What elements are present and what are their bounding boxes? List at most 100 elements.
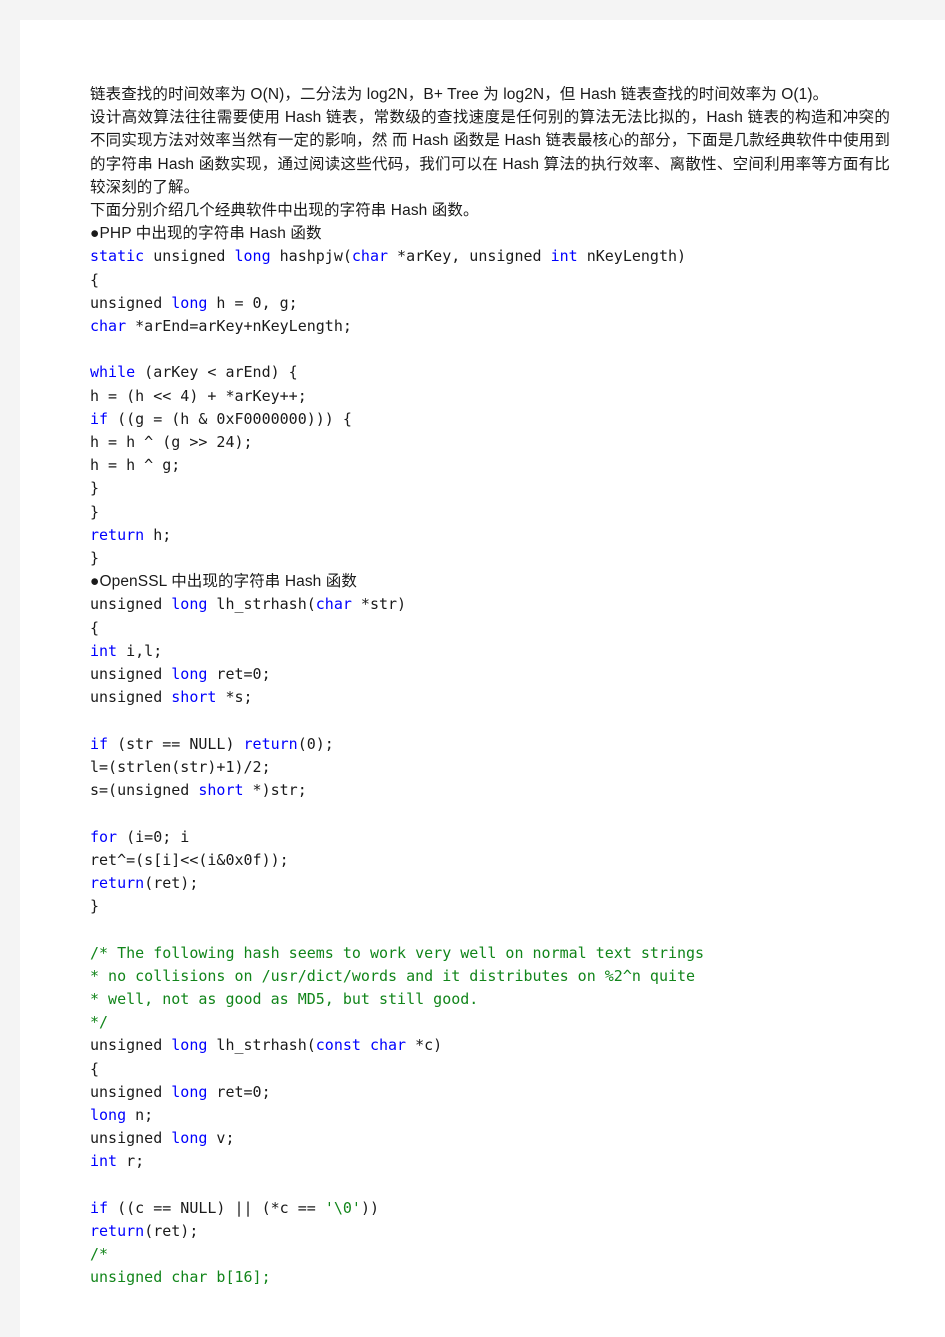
code-comment: /* The following hash seems to work very… xyxy=(90,943,705,962)
code-comment: */ xyxy=(90,1013,109,1032)
code-text: h; xyxy=(144,525,172,544)
code-keyword: long xyxy=(90,1105,127,1124)
code-keyword: long xyxy=(171,595,208,614)
code-text: unsigned xyxy=(144,247,235,266)
code-line: unsigned long ret=0; xyxy=(90,1081,890,1104)
code-line: if (str == NULL) return(0); xyxy=(90,733,890,756)
code-line: ret^=(s[i]<<(i&0x0f)); xyxy=(90,849,890,872)
code-line: */ xyxy=(90,1011,890,1034)
code-keyword: if xyxy=(90,1198,109,1217)
code-line: } xyxy=(90,547,890,570)
section-heading: ●OpenSSL 中出现的字符串 Hash 函数 xyxy=(90,573,358,591)
code-line: return(ret); xyxy=(90,872,890,895)
code-string: '\0' xyxy=(324,1198,361,1217)
code-text: hashpjw( xyxy=(270,247,352,266)
code-line: } xyxy=(90,477,890,500)
paragraph-intro-2: 设计高效算法往往需要使用 Hash 链表，常数级的查找速度是任何别的算法无法比拟… xyxy=(90,109,890,196)
code-line: unsigned long lh_strhash(const char *c) xyxy=(90,1034,890,1057)
code-line: } xyxy=(90,501,890,524)
code-line: int r; xyxy=(90,1150,890,1173)
code-text: lh_strhash( xyxy=(207,595,316,614)
paragraph-intro-1: 链表查找的时间效率为 O(N)，二分法为 log2N，B+ Tree 为 log… xyxy=(90,86,829,103)
code-keyword: return xyxy=(90,873,145,892)
code-keyword: long xyxy=(171,1036,208,1055)
code-text: (arKey < arEnd) { xyxy=(135,363,298,382)
code-block: static unsigned long hashpjw(char *arKey… xyxy=(90,245,890,570)
code-line: return(ret); xyxy=(90,1220,890,1243)
code-comment: * well, not as good as MD5, but still go… xyxy=(90,989,479,1008)
code-text: *)str; xyxy=(243,781,307,800)
code-text: ((c == NULL) || (*c == xyxy=(108,1198,325,1217)
code-text: ret^=(s[i]<<(i&0x0f)); xyxy=(90,850,289,869)
code-text: (str == NULL) xyxy=(108,734,244,753)
code-text: )) xyxy=(360,1198,379,1217)
code-text: h = h ^ g; xyxy=(90,456,181,475)
code-text: v; xyxy=(207,1129,235,1148)
code-text: unsigned xyxy=(90,1082,172,1101)
code-text: { xyxy=(90,618,100,637)
code-text: *arEnd=arKey+nKeyLength; xyxy=(126,317,352,336)
code-keyword: return xyxy=(90,1221,145,1240)
code-keyword: long xyxy=(171,665,208,684)
code-text: *s; xyxy=(216,688,253,707)
code-line: l=(strlen(str)+1)/2; xyxy=(90,756,890,779)
code-line: { xyxy=(90,269,890,292)
code-text: { xyxy=(90,270,100,289)
code-text: unsigned xyxy=(90,1036,172,1055)
code-comment: unsigned char b[16]; xyxy=(90,1268,271,1287)
code-line: char *arEnd=arKey+nKeyLength; xyxy=(90,315,890,338)
code-text: unsigned xyxy=(90,1129,172,1148)
code-line: h = h ^ (g >> 24); xyxy=(90,431,890,454)
code-keyword: if xyxy=(90,734,109,753)
code-line: unsigned char b[16]; xyxy=(90,1266,890,1289)
code-comment: /* xyxy=(90,1245,109,1264)
code-line: * well, not as good as MD5, but still go… xyxy=(90,988,890,1011)
code-line: long n; xyxy=(90,1104,890,1127)
code-line: /* xyxy=(90,1243,890,1266)
code-text: ret=0; xyxy=(207,665,271,684)
code-text: unsigned xyxy=(90,688,172,707)
code-line: h = (h << 4) + *arKey++; xyxy=(90,385,890,408)
paragraph-intro-3: 下面分别介绍几个经典软件中出现的字符串 Hash 函数。 xyxy=(90,202,479,220)
code-line: while (arKey < arEnd) { xyxy=(90,361,890,384)
code-text: (ret); xyxy=(144,873,199,892)
code-keyword: if xyxy=(90,409,109,428)
code-keyword: return xyxy=(243,734,298,753)
code-text: h = (h << 4) + *arKey++; xyxy=(90,386,307,405)
code-keyword: return xyxy=(90,525,145,544)
code-line: * no collisions on /usr/dict/words and i… xyxy=(90,965,890,988)
code-line: int i,l; xyxy=(90,640,890,663)
code-line: for (i=0; i xyxy=(90,826,890,849)
code-text: *arKey, unsigned xyxy=(388,247,551,266)
code-line: if ((g = (h & 0xF0000000))) { xyxy=(90,408,890,431)
code-line: s=(unsigned short *)str; xyxy=(90,779,890,802)
code-sections: ●PHP 中出现的字符串 Hash 函数 static unsigned long… xyxy=(90,222,890,1289)
code-line: return h; xyxy=(90,524,890,547)
code-keyword: int xyxy=(550,247,578,266)
code-block: unsigned long lh_strhash(char *str){int … xyxy=(90,593,890,1289)
code-text: } xyxy=(90,502,100,521)
code-line: if ((c == NULL) || (*c == '\0')) xyxy=(90,1197,890,1220)
code-text: ((g = (h & 0xF0000000))) { xyxy=(108,409,352,428)
code-keyword: static xyxy=(90,247,145,266)
code-line: unsigned long h = 0, g; xyxy=(90,292,890,315)
code-text: unsigned xyxy=(90,665,172,684)
code-keyword: short xyxy=(171,688,217,707)
section-heading: ●PHP 中出现的字符串 Hash 函数 xyxy=(90,225,322,243)
code-text: (i=0; i xyxy=(117,827,190,846)
code-text: ret=0; xyxy=(207,1082,271,1101)
code-line: unsigned short *s; xyxy=(90,686,890,709)
code-keyword: for xyxy=(90,827,118,846)
code-text: h = h ^ (g >> 24); xyxy=(90,433,253,452)
code-keyword: long xyxy=(234,247,271,266)
code-text: h = 0, g; xyxy=(207,293,298,312)
code-text: *str) xyxy=(351,595,407,614)
code-keyword: long xyxy=(171,293,208,312)
code-text: } xyxy=(90,479,100,498)
document-content: 链表查找的时间效率为 O(N)，二分法为 log2N，B+ Tree 为 log… xyxy=(90,83,890,1290)
code-keyword: const char xyxy=(315,1036,407,1055)
